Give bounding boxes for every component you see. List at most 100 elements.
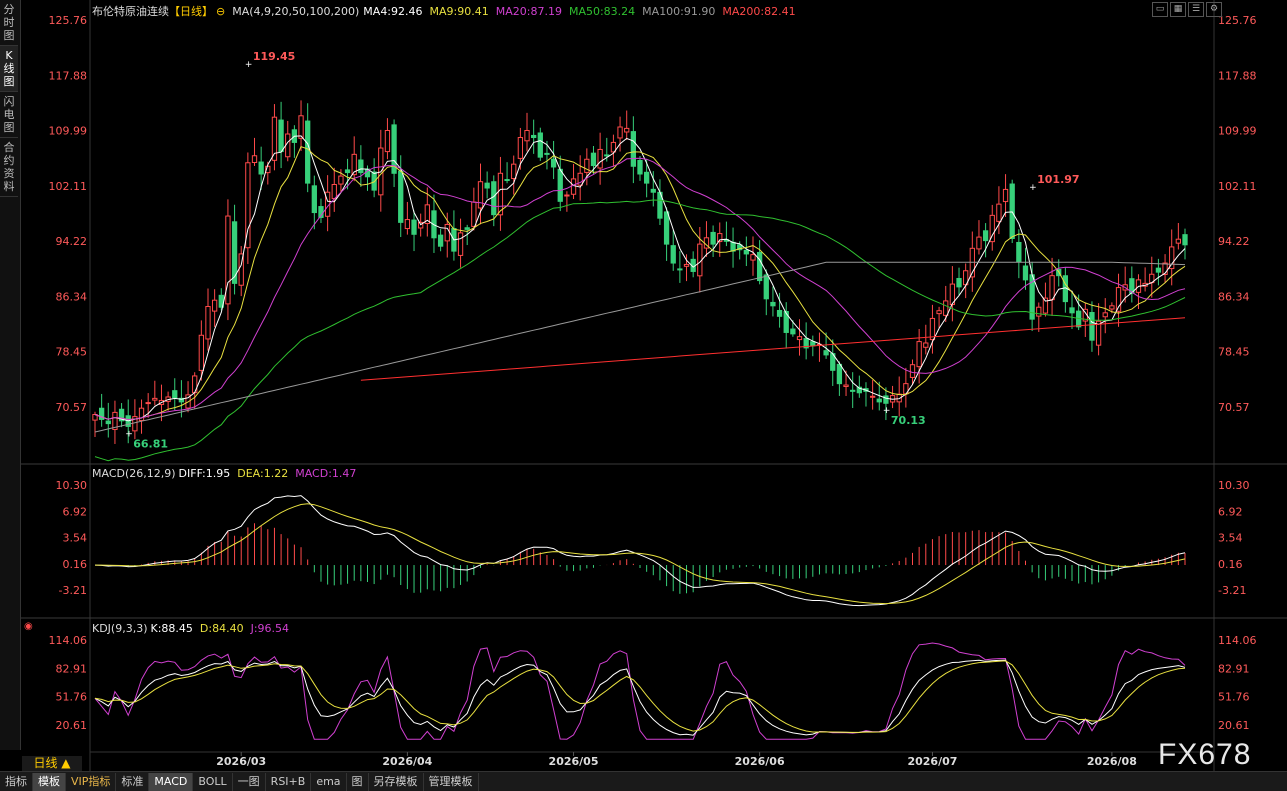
candle-body xyxy=(557,168,563,202)
instrument-title: 布伦特原油连续 xyxy=(92,5,169,18)
candle-body xyxy=(590,152,597,167)
candle-body xyxy=(251,155,258,164)
candle-body xyxy=(630,131,637,167)
kdj-k: K:88.45 xyxy=(150,622,193,635)
candle-body xyxy=(298,115,304,139)
candle-body xyxy=(544,152,550,155)
candle-body xyxy=(883,395,889,404)
fx678-watermark: FX678 xyxy=(1158,738,1252,771)
price-tick-left: 86.34 xyxy=(56,290,88,303)
candle-body xyxy=(617,126,623,139)
candle-body xyxy=(511,163,517,180)
candle-body xyxy=(497,172,504,216)
candle-body xyxy=(491,181,497,216)
kdj-tick-right: 51.76 xyxy=(1218,691,1250,704)
candle-body xyxy=(444,223,450,242)
price-tick-right: 125.76 xyxy=(1218,14,1257,27)
candle-body xyxy=(956,277,962,288)
top-toolbar: ▭ ▦ ☰ ⚙ xyxy=(1152,2,1222,17)
candle-body xyxy=(763,274,769,300)
bottom-tab-3[interactable]: 标准 xyxy=(116,772,150,791)
candle-body xyxy=(404,219,411,230)
bottom-tab-5[interactable]: BOLL xyxy=(193,772,233,791)
window-min-icon[interactable]: ▭ xyxy=(1152,2,1168,17)
candle-body xyxy=(457,232,464,256)
sidebar-tab-2[interactable]: 闪电图 xyxy=(0,92,18,138)
bottom-tab-6[interactable]: 一图 xyxy=(233,772,266,791)
candle-body xyxy=(1102,312,1108,318)
sidebar-tab-3[interactable]: 合约资料 xyxy=(0,138,18,197)
candle-body xyxy=(663,211,670,245)
candle-body xyxy=(278,119,284,153)
candle-body xyxy=(305,120,311,184)
candle-body xyxy=(850,389,856,392)
bottom-tab-9[interactable]: 图 xyxy=(347,772,369,791)
candle-body xyxy=(477,181,484,209)
price-tick-right: 109.99 xyxy=(1218,125,1257,138)
candle-body xyxy=(537,132,543,158)
bottom-tab-11[interactable]: 管理模板 xyxy=(424,772,479,791)
date-tick: 2026/04 xyxy=(382,755,432,768)
grid-icon[interactable]: ▦ xyxy=(1170,2,1186,17)
main-legend: 布伦特原油连续【日线】 ⊖ MA(4,9,20,50,100,200) MA4:92.… xyxy=(92,3,803,19)
macd-tick-left: 10.30 xyxy=(56,479,88,492)
left-sidebar: 分时图 K线图 闪电图 合约资料 xyxy=(0,0,21,750)
macd-params: MACD(26,12,9) xyxy=(92,467,176,480)
macd-value: MACD:1.47 xyxy=(295,467,357,480)
candle-body xyxy=(670,245,676,264)
candle-body xyxy=(1049,275,1055,301)
candle-body xyxy=(344,169,351,174)
price-tick-right: 117.88 xyxy=(1218,69,1257,82)
candle-body xyxy=(597,148,603,169)
kdj-settings-icon[interactable]: ◉ xyxy=(24,621,33,632)
candle-body xyxy=(1089,312,1095,341)
candle-body xyxy=(996,203,1002,222)
candle-body xyxy=(411,219,417,235)
candle-body xyxy=(211,299,218,312)
ma200-value: MA200:82.41 xyxy=(722,5,796,18)
candle-body xyxy=(517,137,524,159)
kdj-tick-left: 20.61 xyxy=(56,719,88,732)
macd-dea: DEA:1.22 xyxy=(237,467,289,480)
sidebar-tab-1[interactable]: K线图 xyxy=(0,46,18,92)
candle-body xyxy=(790,328,796,335)
list-icon[interactable]: ☰ xyxy=(1188,2,1204,17)
kdj-legend: KDJ(9,3,3) K:88.45 D:84.40 J:96.54 xyxy=(92,622,296,635)
candle-body xyxy=(836,363,843,385)
candle-body xyxy=(823,350,829,356)
candle-body xyxy=(1175,238,1182,244)
candle-body xyxy=(1009,183,1015,239)
candle-body xyxy=(504,179,510,182)
candle-body xyxy=(1016,241,1022,263)
macd-tick-right: 3.54 xyxy=(1218,532,1243,545)
price-annotation: 119.45 xyxy=(253,50,295,63)
sidebar-tab-0[interactable]: 分时图 xyxy=(0,0,18,46)
date-tick: 2026/05 xyxy=(549,755,599,768)
price-annotation: 101.97 xyxy=(1037,173,1079,186)
candle-body xyxy=(1182,234,1188,246)
period-selector[interactable]: 日线 ▲ xyxy=(22,756,82,771)
candle-body xyxy=(1169,246,1175,270)
candle-body xyxy=(384,130,391,153)
chart-area[interactable]: 125.76 125.76 117.88 117.88 109.99 109.99 102.… xyxy=(21,0,1287,771)
candle-body xyxy=(570,178,577,195)
bottom-tab-2[interactable]: VIP指标 xyxy=(66,772,117,791)
bottom-tab-8[interactable]: ema xyxy=(311,772,347,791)
bottom-tab-1[interactable]: 模板 xyxy=(33,772,66,791)
candle-body xyxy=(604,154,610,157)
macd-tick-left: 3.54 xyxy=(63,532,88,545)
price-annotation: 70.13 xyxy=(891,414,926,427)
date-tick: 2026/03 xyxy=(216,755,266,768)
settings-circle-icon[interactable]: ⊖ xyxy=(216,5,225,18)
bottom-tab-4[interactable]: MACD xyxy=(149,772,194,791)
candle-body xyxy=(743,249,749,255)
bottom-tab-7[interactable]: RSI+B xyxy=(266,772,312,791)
annotation-marker: + xyxy=(1029,183,1037,193)
candle-body xyxy=(756,251,763,282)
candle-body xyxy=(338,175,344,185)
macd-tick-right: 10.30 xyxy=(1218,479,1250,492)
bottom-tab-0[interactable]: 指标 xyxy=(0,772,33,791)
macd-tick-right: 6.92 xyxy=(1218,505,1243,518)
bottom-tab-10[interactable]: 另存模板 xyxy=(369,772,424,791)
settings-icon[interactable]: ⚙ xyxy=(1206,2,1222,17)
